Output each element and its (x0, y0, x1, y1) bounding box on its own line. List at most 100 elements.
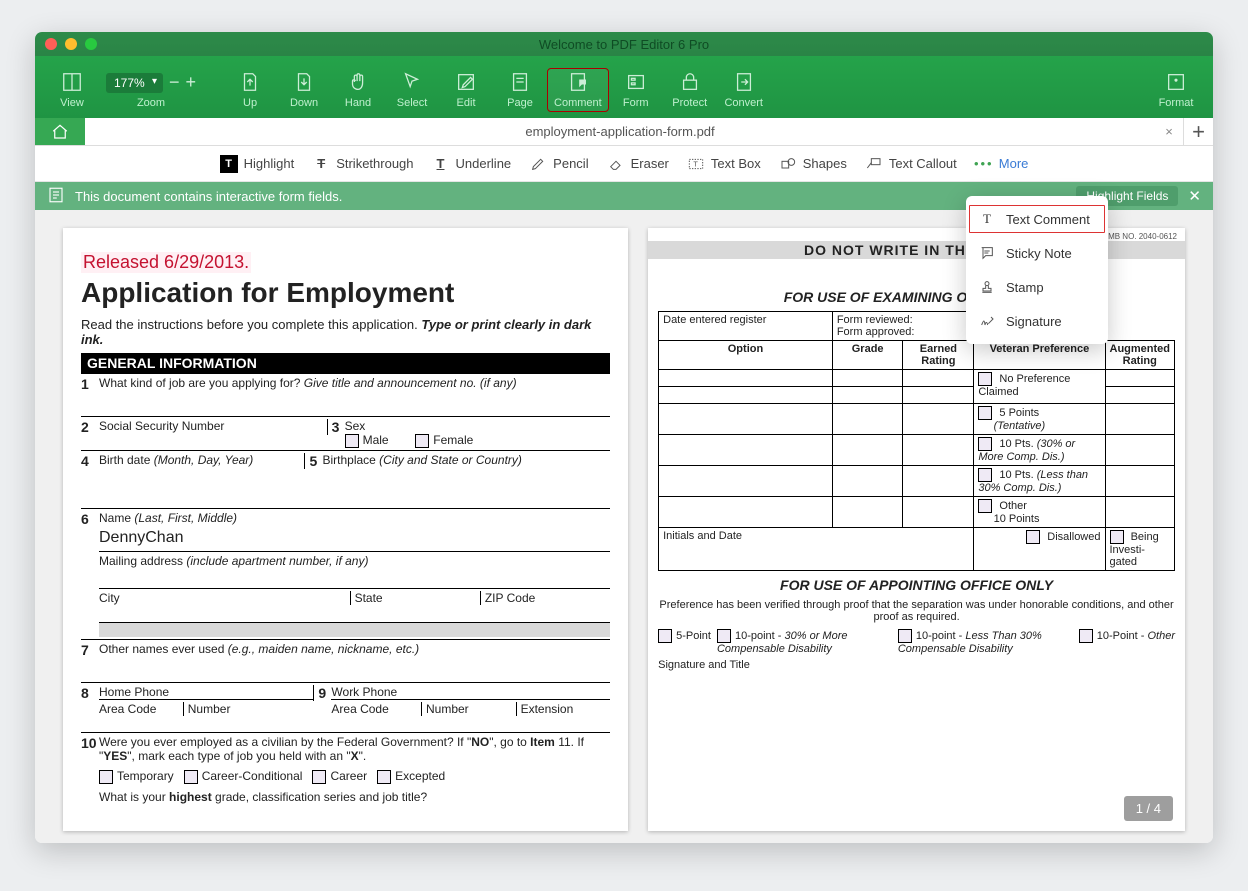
underline-tool[interactable]: TUnderline (432, 155, 512, 173)
edit-button[interactable]: Edit (439, 68, 493, 112)
checkbox-excepted[interactable] (377, 770, 391, 784)
more-tools-button[interactable]: •••More (975, 155, 1029, 173)
banner-text: This document contains interactive form … (75, 189, 342, 204)
up-button[interactable]: Up (223, 68, 277, 112)
annotation-toolbar: THighlight TStrikethrough TUnderline Pen… (35, 146, 1213, 182)
format-icon (1165, 71, 1187, 93)
form-banner-icon (47, 186, 65, 207)
main-toolbar: View 177% − + Zoom Up Down Hand Select (35, 56, 1213, 118)
vp-checkbox-1[interactable] (978, 372, 992, 386)
checkbox-female[interactable] (415, 434, 429, 448)
document-tab[interactable]: employment-application-form.pdf (85, 118, 1155, 145)
tab-row: employment-application-form.pdf × + (35, 118, 1213, 146)
pencil-icon (529, 155, 547, 173)
page-counter: 1 / 4 (1124, 796, 1173, 821)
strikethrough-icon: T (312, 155, 330, 173)
checkbox-career[interactable] (312, 770, 326, 784)
hand-icon (347, 71, 369, 93)
eraser-icon (607, 155, 625, 173)
investigated-checkbox[interactable] (1110, 530, 1124, 544)
shapes-tool[interactable]: Shapes (779, 155, 847, 173)
tab-label: employment-application-form.pdf (525, 124, 714, 139)
convert-button[interactable]: Convert (717, 68, 771, 112)
text-comment-icon: T (978, 210, 996, 228)
comment-icon (567, 71, 589, 93)
comment-button[interactable]: Comment (547, 68, 609, 112)
menu-text-comment[interactable]: TText Comment (966, 202, 1108, 236)
field-2-3: 2 Social Security Number 3 Sex Male Fema… (81, 416, 610, 450)
page-button[interactable]: Page (493, 68, 547, 112)
callout-icon (865, 155, 883, 173)
field-10: 10 Were you ever employed as a civilian … (81, 732, 610, 806)
form-icon (625, 71, 647, 93)
signature-icon (978, 312, 996, 330)
more-icon: ••• (975, 155, 993, 173)
page-icon (509, 71, 531, 93)
cb-10pt-c[interactable] (1079, 629, 1093, 643)
cb-10pt-a[interactable] (717, 629, 731, 643)
zoom-select[interactable]: 177% (106, 73, 163, 93)
underline-icon: T (432, 155, 450, 173)
shapes-icon (779, 155, 797, 173)
highlight-tool[interactable]: THighlight (220, 155, 295, 173)
view-icon (61, 71, 83, 93)
textbox-tool[interactable]: TText Box (687, 155, 761, 173)
menu-signature[interactable]: Signature (966, 304, 1108, 338)
checkbox-temporary[interactable] (99, 770, 113, 784)
vp-checkbox-4[interactable] (978, 468, 992, 482)
strikethrough-tool[interactable]: TStrikethrough (312, 155, 413, 173)
textcallout-tool[interactable]: Text Callout (865, 155, 957, 173)
down-button[interactable]: Down (277, 68, 331, 112)
vp-checkbox-3[interactable] (978, 437, 992, 451)
close-tab-button[interactable]: × (1155, 118, 1183, 145)
protect-icon (679, 71, 701, 93)
new-tab-button[interactable]: + (1183, 118, 1213, 145)
menu-stamp[interactable]: Stamp (966, 270, 1108, 304)
format-button[interactable]: Format (1149, 68, 1203, 112)
checkbox-career-conditional[interactable] (184, 770, 198, 784)
convert-icon (733, 71, 755, 93)
field-7: 7 Other names ever used (e.g., maiden na… (81, 639, 610, 660)
page-down-icon (293, 71, 315, 93)
form-button[interactable]: Form (609, 68, 663, 112)
view-button[interactable]: View (45, 68, 99, 112)
select-button[interactable]: Select (385, 68, 439, 112)
cb-10pt-b[interactable] (898, 629, 912, 643)
select-icon (401, 71, 423, 93)
field-4-5: 4 Birth date (Month, Day, Year) 5 Birthp… (81, 450, 610, 471)
zoom-out-button[interactable]: − (169, 72, 180, 93)
release-text: Released 6/29/2013. (81, 252, 251, 273)
page-up-icon (239, 71, 261, 93)
zoom-in-button[interactable]: + (186, 72, 197, 93)
pdf-page-left: Released 6/29/2013. Application for Empl… (63, 228, 628, 831)
zoom-control: 177% − + Zoom (99, 69, 203, 112)
titlebar: Welcome to PDF Editor 6 Pro (35, 32, 1213, 56)
vp-checkbox-5[interactable] (978, 499, 992, 513)
more-tools-menu: TText Comment Sticky Note Stamp Signatur… (966, 196, 1108, 344)
instructions: Read the instructions before you complet… (81, 317, 610, 347)
field-6: 6 Name (Last, First, Middle) DennyChan M… (81, 509, 610, 639)
vp-checkbox-2[interactable] (978, 406, 992, 420)
name-value[interactable]: DennyChan (99, 525, 610, 551)
protect-button[interactable]: Protect (663, 68, 717, 112)
section-general-info: GENERAL INFORMATION (81, 353, 610, 373)
examining-table: Date entered registerForm reviewed:Form … (658, 311, 1175, 571)
hand-button[interactable]: Hand (331, 68, 385, 112)
pencil-tool[interactable]: Pencil (529, 155, 588, 173)
field-1: 1 What kind of job are you applying for?… (81, 373, 610, 394)
cb-5point[interactable] (658, 629, 672, 643)
close-banner-button[interactable]: ✕ (1188, 187, 1201, 205)
disallowed-checkbox[interactable] (1026, 530, 1040, 544)
highlight-icon: T (220, 155, 238, 173)
eraser-tool[interactable]: Eraser (607, 155, 669, 173)
textbox-icon: T (687, 155, 705, 173)
stamp-icon (978, 278, 996, 296)
sticky-note-icon (978, 244, 996, 262)
home-button[interactable] (35, 118, 85, 145)
field-8-9: 8 Home Phone Area CodeNumber 9 Work Phon… (81, 682, 610, 718)
window-title: Welcome to PDF Editor 6 Pro (35, 37, 1213, 52)
checkbox-male[interactable] (345, 434, 359, 448)
menu-sticky-note[interactable]: Sticky Note (966, 236, 1108, 270)
edit-icon (455, 71, 477, 93)
svg-text:T: T (693, 159, 698, 168)
